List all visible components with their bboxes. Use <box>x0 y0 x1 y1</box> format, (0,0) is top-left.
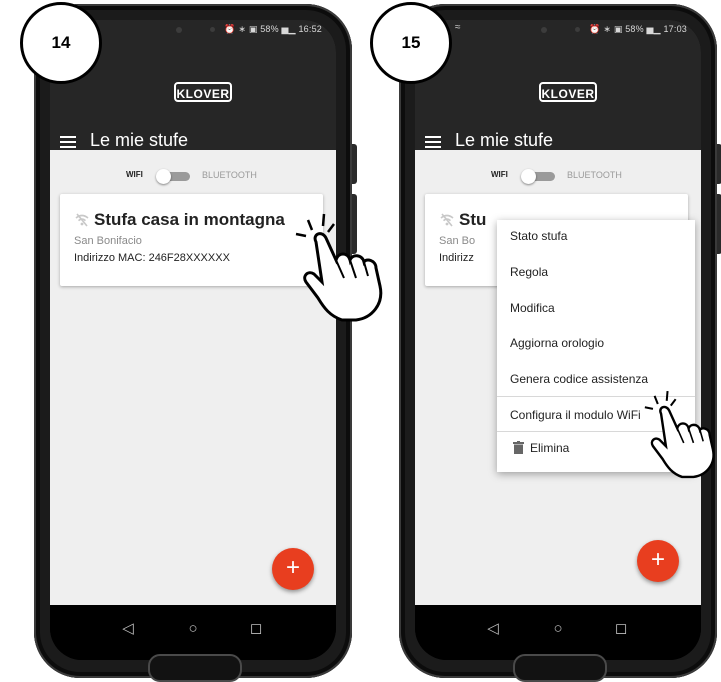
stove-card[interactable]: Stufa casa in montagna San Bonifacio Ind… <box>60 194 323 286</box>
wifi-label: WIFI <box>491 170 508 179</box>
app-bar: KLOVER Le mie stufe <box>415 38 701 150</box>
recents-square-icon[interactable]: ◻ <box>246 619 266 639</box>
add-stove-button[interactable]: + <box>637 540 679 582</box>
bluetooth-label: BLUETOOTH <box>567 170 622 180</box>
home-circle-icon[interactable]: ○ <box>183 619 203 639</box>
hamburger-menu-icon[interactable] <box>425 136 441 148</box>
power-button <box>717 194 721 254</box>
wifi-bluetooth-switch[interactable] <box>156 169 192 184</box>
status-text: ⏰ ∗ ▣ 58% ▅▁ 17:03 <box>589 24 687 34</box>
status-text: ⏰ ∗ ▣ 58% ▅▁ 16:52 <box>224 24 322 34</box>
menu-item-genera-codice[interactable]: Genera codice assistenza <box>510 372 648 386</box>
phone-screen: ≈ ⏰ ∗ ▣ 58% ▅▁ 17:03 KLOVER Le mie stufe… <box>415 20 701 660</box>
back-triangle-icon[interactable]: ◁ <box>483 619 503 639</box>
signal-icon: ≈ <box>455 22 461 33</box>
android-nav-bar: ◁ ○ ◻ <box>415 605 701 660</box>
trash-icon <box>513 441 524 454</box>
wifi-label: WIFI <box>126 170 143 179</box>
tap-hand-icon <box>295 213 383 322</box>
menu-item-elimina[interactable]: Elimina <box>530 441 569 455</box>
stove-location: San Bo <box>439 235 476 247</box>
stove-mac-address: Indirizz <box>439 252 474 264</box>
page-title: Le mie stufe <box>90 130 189 150</box>
add-stove-button[interactable]: + <box>272 548 314 590</box>
app-logo: KLOVER <box>174 82 232 102</box>
menu-item-regola[interactable]: Regola <box>510 265 548 279</box>
stove-mac-address: Indirizzo MAC: 246F28XXXXXX <box>74 252 230 264</box>
volume-button <box>717 144 721 184</box>
hamburger-menu-icon[interactable] <box>60 136 76 148</box>
wifi-off-icon <box>440 213 454 227</box>
wifi-bluetooth-switch[interactable] <box>521 169 557 184</box>
status-bar: ≈ ⏰ ∗ ▣ 58% ▅▁ 17:03 <box>415 20 701 38</box>
camera-icon <box>176 27 182 33</box>
menu-item-modifica[interactable]: Modifica <box>510 301 555 315</box>
app-logo: KLOVER <box>539 82 597 102</box>
page-title: Le mie stufe <box>455 130 554 150</box>
android-nav-bar: ◁ ○ ◻ <box>50 605 336 660</box>
step-number-badge: 14 <box>20 2 102 84</box>
recents-square-icon[interactable]: ◻ <box>611 619 631 639</box>
step-number-badge: 15 <box>370 2 452 84</box>
stove-name: Stu <box>459 210 487 229</box>
sensor-icon <box>575 27 580 32</box>
phone-frame-step-14: ≈ ⏰ ∗ ▣ 58% ▅▁ 16:52 KLOVER Le mie stufe… <box>34 4 357 682</box>
menu-item-stato-stufa[interactable]: Stato stufa <box>510 229 567 243</box>
tap-hand-icon <box>644 390 715 479</box>
connection-toggle-row: WIFI BLUETOOTH <box>50 168 336 184</box>
back-triangle-icon[interactable]: ◁ <box>118 619 138 639</box>
bluetooth-label: BLUETOOTH <box>202 170 257 180</box>
phone-frame-step-15: ≈ ⏰ ∗ ▣ 58% ▅▁ 17:03 KLOVER Le mie stufe… <box>399 4 721 682</box>
connection-toggle-row: WIFI BLUETOOTH <box>415 168 701 184</box>
menu-item-aggiorna-orologio[interactable]: Aggiorna orologio <box>510 336 604 350</box>
chin-speaker <box>513 654 607 682</box>
menu-item-configura-wifi[interactable]: Configura il modulo WiFi <box>510 408 641 422</box>
phone-screen: ≈ ⏰ ∗ ▣ 58% ▅▁ 16:52 KLOVER Le mie stufe… <box>50 20 336 660</box>
chin-speaker <box>148 654 242 682</box>
wifi-off-icon <box>75 213 89 227</box>
stove-name: Stufa casa in montagna <box>94 210 285 229</box>
stove-location: San Bonifacio <box>74 235 142 247</box>
volume-button <box>352 144 357 184</box>
sensor-icon <box>210 27 215 32</box>
home-circle-icon[interactable]: ○ <box>548 619 568 639</box>
camera-icon <box>541 27 547 33</box>
